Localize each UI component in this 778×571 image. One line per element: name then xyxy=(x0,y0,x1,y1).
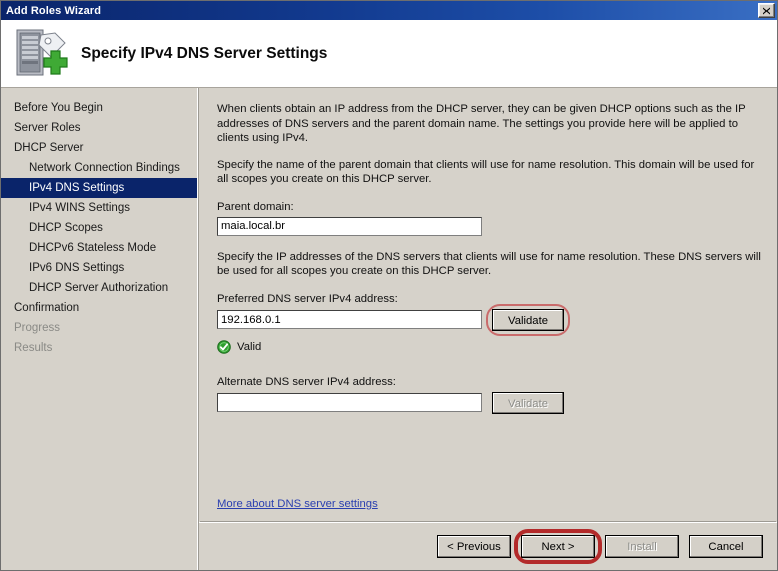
window-title: Add Roles Wizard xyxy=(6,4,102,17)
previous-button[interactable]: < Previous xyxy=(437,535,511,558)
sidebar-item-ipv4-wins-settings[interactable]: IPv4 WINS Settings xyxy=(1,198,197,218)
sidebar-item-dhcp-server-authorization[interactable]: DHCP Server Authorization xyxy=(1,278,197,298)
parent-domain-paragraph: Specify the name of the parent domain th… xyxy=(217,158,755,186)
sidebar-item-server-roles[interactable]: Server Roles xyxy=(1,118,197,138)
validate-annotation-wrapper: Validate xyxy=(486,303,570,336)
sidebar-item-results: Results xyxy=(14,342,53,354)
preferred-dns-input[interactable] xyxy=(217,310,482,329)
alternate-dns-label: Alternate DNS server IPv4 address: xyxy=(217,375,396,388)
sidebar-item-dhcp-server[interactable]: DHCP Server xyxy=(1,138,197,158)
sidebar-item-network-connection-bindings[interactable]: Network Connection Bindings xyxy=(1,158,197,178)
valid-status-text: Valid xyxy=(237,340,262,353)
more-link-area: More about DNS server settings xyxy=(217,498,378,510)
validate-alternate-button: Validate xyxy=(492,391,564,414)
title-bar: Add Roles Wizard xyxy=(1,1,777,20)
page-title: Specify IPv4 DNS Server Settings xyxy=(81,44,328,62)
more-about-dns-link[interactable]: More about DNS server settings xyxy=(217,498,378,510)
sidebar-item-before-you-begin[interactable]: Before You Begin xyxy=(1,98,197,118)
sidebar-item-confirmation[interactable]: Confirmation xyxy=(1,298,197,318)
wizard-footer: < Previous Next > Install Cancel xyxy=(199,522,777,570)
sidebar-item-ipv4-dns-settings[interactable]: IPv4 DNS Settings xyxy=(1,178,197,198)
dns-servers-paragraph: Specify the IP addresses of the DNS serv… xyxy=(217,250,761,278)
sidebar-item-progress: Progress xyxy=(14,322,61,334)
preferred-dns-label: Preferred DNS server IPv4 address: xyxy=(217,292,398,305)
server-add-icon xyxy=(11,25,71,83)
wizard-content: When clients obtain an IP address from t… xyxy=(199,88,777,522)
server-add-glyph xyxy=(16,29,68,75)
wizard-sidebar: Before You Begin Server Roles DHCP Serve… xyxy=(1,88,198,570)
window-body: Before You Begin Server Roles DHCP Serve… xyxy=(1,88,777,570)
close-icon[interactable] xyxy=(758,3,775,18)
green-check-icon xyxy=(217,339,231,354)
sidebar-item-ipv6-dns-settings[interactable]: IPv6 DNS Settings xyxy=(1,258,197,278)
intro-paragraph: When clients obtain an IP address from t… xyxy=(217,103,746,144)
install-button: Install xyxy=(605,535,679,558)
content-wrapper: When clients obtain an IP address from t… xyxy=(198,88,777,570)
next-button[interactable]: Next > xyxy=(521,535,595,558)
parent-domain-input[interactable] xyxy=(217,216,482,236)
add-roles-wizard-window: Add Roles Wizard Specify IPv4 DNS Server… xyxy=(0,0,778,571)
validate-preferred-button[interactable]: Validate xyxy=(492,308,564,331)
alternate-dns-row: Validate xyxy=(217,391,761,414)
page-header: Specify IPv4 DNS Server Settings xyxy=(1,20,777,88)
close-glyph xyxy=(763,7,770,14)
parent-domain-label: Parent domain: xyxy=(217,200,294,213)
next-annotation-wrapper: Next > xyxy=(514,529,602,564)
preferred-dns-row: Validate xyxy=(217,303,761,336)
validation-status: Valid xyxy=(217,339,761,354)
sidebar-item-dhcpv6-stateless-mode[interactable]: DHCPv6 Stateless Mode xyxy=(1,238,197,258)
cancel-button[interactable]: Cancel xyxy=(689,535,763,558)
sidebar-item-dhcp-scopes[interactable]: DHCP Scopes xyxy=(1,218,197,238)
alternate-dns-input[interactable] xyxy=(217,393,482,412)
